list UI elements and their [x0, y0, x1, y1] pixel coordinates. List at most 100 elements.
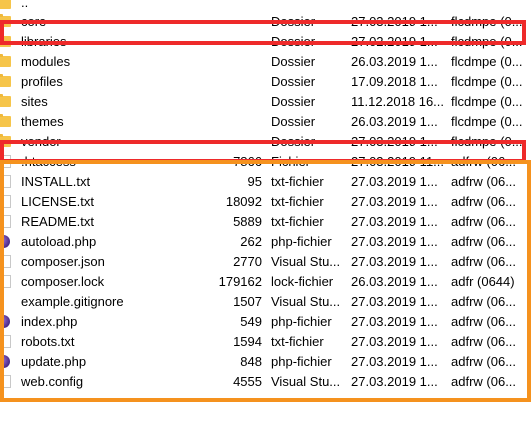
file-permissions: flcdmpe (0...	[451, 34, 523, 49]
file-size	[200, 92, 262, 112]
file-type: txt-fichier	[271, 174, 324, 189]
file-type: txt-fichier	[271, 194, 324, 209]
folder-row[interactable]: vendor Dossier 27.03.2019 1... flcdmpe (0..…	[0, 132, 531, 152]
folder-row[interactable]: modules Dossier 26.03.2019 1... flcdmpe (0.…	[0, 52, 531, 72]
folder-row[interactable]: core Dossier 27.03.2019 1... flcdmpe (0...	[0, 12, 531, 32]
folder-icon	[0, 32, 16, 52]
file-row[interactable]: INSTALL.txt 95 txt-fichier 27.03.2019 1... a…	[0, 172, 531, 192]
file-permissions: flcdmpe (0...	[451, 134, 523, 149]
file-type: Dossier	[271, 94, 316, 109]
file-size: 5889	[233, 214, 262, 229]
php-icon	[0, 312, 16, 332]
file-name: sites	[21, 94, 48, 109]
file-name: robots.txt	[21, 334, 75, 349]
file-type: Dossier	[271, 54, 316, 69]
folder-row[interactable]: libraries Dossier 27.02.2019 1... flcdmpe (…	[0, 32, 531, 52]
file-row[interactable]: .htaccess 7866 Fichier 27.03.2019 11... adfr…	[0, 152, 531, 172]
file-permissions: adfrw (06...	[451, 194, 517, 209]
file-permissions: adfrw (06...	[451, 234, 517, 249]
file-date: 26.03.2019 1...	[351, 54, 438, 69]
file-date: 27.03.2019 1...	[351, 214, 438, 229]
file-row[interactable]: web.config 4555 Visual Stu... 27.03.2019 1.…	[0, 372, 531, 392]
file-type: php-fichier	[271, 354, 332, 369]
file-size	[200, 72, 262, 92]
folder-row[interactable]: themes Dossier 26.03.2019 1... flcdmpe (0..…	[0, 112, 531, 132]
file-name: update.php	[21, 354, 87, 369]
file-name: modules	[21, 54, 71, 69]
file-type: txt-fichier	[271, 214, 324, 229]
file-date: 27.03.2019 1...	[351, 354, 438, 369]
folder-icon	[0, 72, 16, 92]
file-name: vendor	[21, 134, 61, 149]
file-name: autoload.php	[21, 234, 97, 249]
file-rows: core Dossier 27.03.2019 1... flcdmpe (0... l…	[0, 12, 531, 392]
folder-icon	[0, 132, 16, 152]
file-type: Visual Stu...	[271, 374, 341, 389]
file-type: Dossier	[271, 74, 316, 89]
file-date: 27.03.2019 1...	[351, 334, 438, 349]
file-type: php-fichier	[271, 234, 332, 249]
php-icon	[0, 352, 16, 372]
file-permissions: adfrw (06...	[451, 314, 517, 329]
file-size	[200, 32, 262, 52]
file-icon	[0, 172, 16, 192]
file-name: .htaccess	[21, 154, 76, 169]
file-name: LICENSE.txt	[21, 194, 94, 209]
file-name: index.php	[21, 314, 78, 329]
folder-icon	[0, 0, 16, 12]
file-date: 11.12.2018 16...	[351, 94, 445, 109]
file-size: 1507	[233, 294, 262, 309]
file-permissions: adfrw (06...	[451, 294, 517, 309]
file-row[interactable]: update.php 848 php-fichier 27.03.2019 1... a…	[0, 352, 531, 372]
file-permissions: adfrw (06...	[451, 214, 517, 229]
file-permissions: flcdmpe (0...	[451, 94, 523, 109]
file-row[interactable]: composer.lock 179162 lock-fichier 26.03.201…	[0, 272, 531, 292]
gitignore-icon	[0, 292, 16, 312]
file-type: Dossier	[271, 134, 316, 149]
file-size	[200, 132, 262, 152]
file-type: Dossier	[271, 34, 316, 49]
file-size: 549	[240, 314, 262, 329]
file-size: 7866	[233, 154, 262, 169]
file-size: 262	[240, 234, 262, 249]
file-date: 17.09.2018 1...	[351, 74, 438, 89]
file-permissions: flcdmpe (0...	[451, 54, 523, 69]
file-row[interactable]: example.gitignore 1507 Visual Stu... 27.03.…	[0, 292, 531, 312]
file-list: .. core Dossier 27.03.2019 1... flcdmpe (0.…	[0, 0, 531, 392]
file-row[interactable]: autoload.php 262 php-fichier 27.03.2019 1..…	[0, 232, 531, 252]
file-permissions: flcdmpe (0...	[451, 74, 523, 89]
file-type: Dossier	[271, 14, 316, 29]
file-date: 27.02.2019 1...	[351, 34, 438, 49]
file-date: 27.03.2019 1...	[351, 294, 438, 309]
file-row[interactable]: LICENSE.txt 18092 txt-fichier 27.03.2019 1.…	[0, 192, 531, 212]
file-size	[200, 12, 262, 32]
file-type: Fichier	[271, 154, 311, 169]
file-name: profiles	[21, 74, 63, 89]
file-name: core	[21, 14, 47, 29]
file-date: 27.03.2019 1...	[351, 314, 438, 329]
file-name: web.config	[21, 374, 84, 389]
folder-row[interactable]: profiles Dossier 17.09.2018 1... flcdmpe (0…	[0, 72, 531, 92]
file-name: libraries	[21, 34, 67, 49]
file-size: 2770	[233, 254, 262, 269]
file-icon	[0, 252, 16, 272]
file-date: 27.03.2019 1...	[351, 194, 438, 209]
file-row[interactable]: robots.txt 1594 txt-fichier 27.03.2019 1...…	[0, 332, 531, 352]
php-icon	[0, 232, 16, 252]
file-size: 848	[240, 354, 262, 369]
file-permissions: adfrw (06...	[451, 374, 517, 389]
file-name: composer.lock	[21, 274, 105, 289]
file-row[interactable]: index.php 549 php-fichier 27.03.2019 1... ad…	[0, 312, 531, 332]
folder-row[interactable]: sites Dossier 11.12.2018 16... flcdmpe (0..…	[0, 92, 531, 112]
file-name: example.gitignore	[21, 294, 124, 309]
file-permissions: adfrw (06...	[451, 154, 517, 169]
file-icon	[0, 372, 16, 392]
file-row[interactable]: README.txt 5889 txt-fichier 27.03.2019 1...…	[0, 212, 531, 232]
parent-directory-row[interactable]: ..	[0, 0, 531, 12]
file-size: 95	[247, 174, 262, 189]
file-icon	[0, 332, 16, 352]
file-date: 26.03.2019 1...	[351, 114, 438, 129]
file-permissions: flcdmpe (0...	[451, 14, 523, 29]
file-date: 27.03.2019 1...	[351, 234, 438, 249]
file-row[interactable]: composer.json 2770 Visual Stu... 27.03.2019…	[0, 252, 531, 272]
